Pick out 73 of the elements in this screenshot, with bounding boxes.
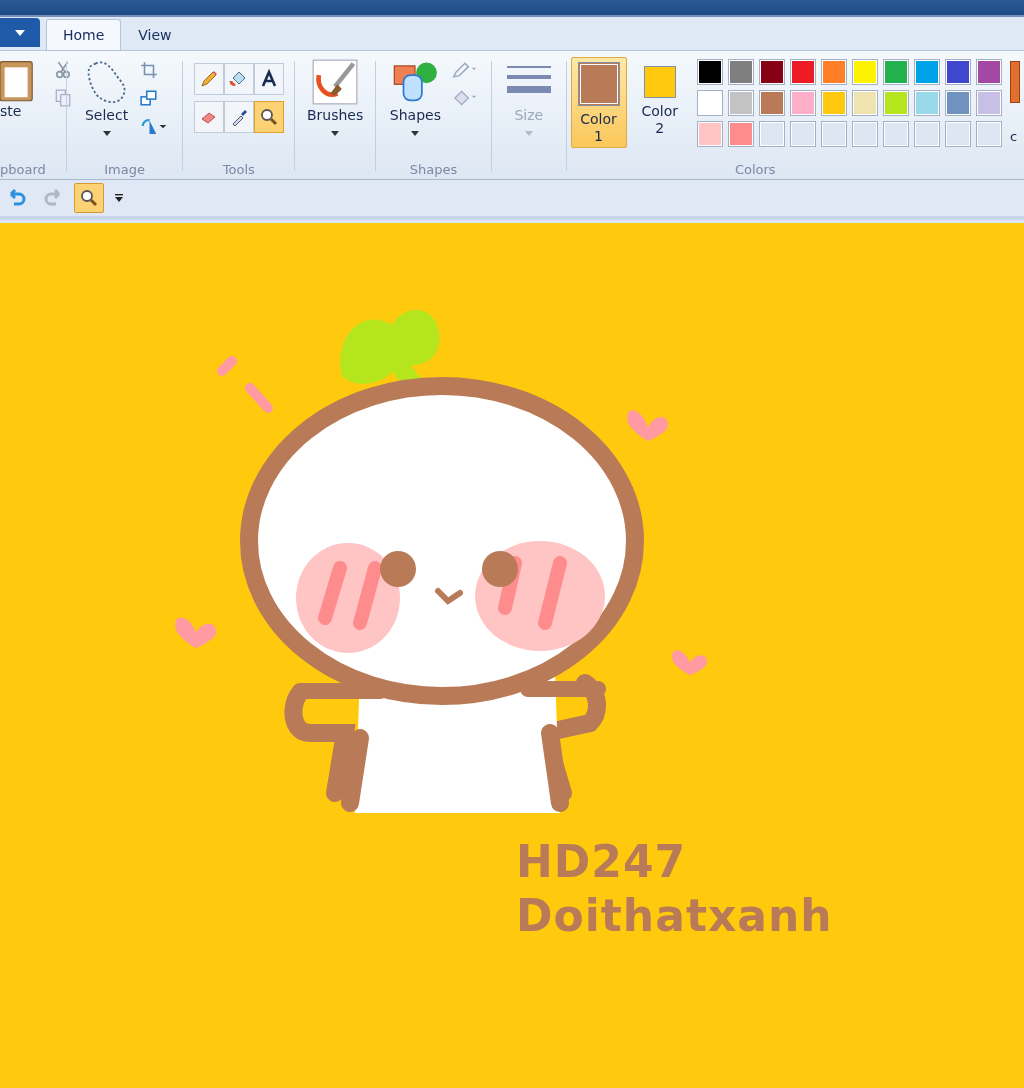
ribbon-tab[interactable]: Home	[46, 19, 122, 50]
empty-color-slot[interactable]	[976, 121, 1003, 147]
tool-button[interactable]	[253, 101, 284, 133]
palette-color[interactable]	[852, 90, 879, 116]
caret-icon	[102, 131, 111, 136]
edit-colors-label[interactable]: c	[1010, 129, 1018, 144]
empty-color-slot[interactable]	[852, 121, 879, 147]
palette-color[interactable]	[697, 59, 724, 85]
magnifier-icon	[79, 188, 99, 208]
empty-color-slot[interactable]	[759, 121, 786, 147]
copy-icon[interactable]	[54, 89, 72, 107]
palette-color[interactable]	[914, 59, 941, 85]
palette-color[interactable]	[852, 59, 879, 85]
caret-icon	[524, 131, 533, 136]
palette-color[interactable]	[790, 90, 817, 116]
palette-color[interactable]	[728, 90, 755, 116]
palette-color[interactable]	[883, 59, 910, 85]
caret-icon	[411, 131, 420, 136]
palette-color[interactable]	[759, 90, 786, 116]
palette-color[interactable]	[945, 59, 972, 85]
palette-color[interactable]	[728, 59, 755, 85]
undo-icon	[7, 188, 27, 208]
group-label: Tools	[222, 162, 255, 177]
paste-label[interactable]: ste	[0, 103, 22, 119]
pencil-icon	[198, 69, 219, 89]
palette-color[interactable]	[976, 59, 1003, 85]
handwritten-text: Doithatxanh	[516, 889, 833, 943]
zoom-button[interactable]	[74, 183, 104, 213]
empty-color-slot[interactable]	[883, 121, 910, 147]
palette-color[interactable]	[697, 90, 724, 116]
text-tool-button[interactable]	[253, 63, 284, 95]
ribbon-tab[interactable]: View	[121, 19, 189, 50]
palette-color[interactable]	[728, 121, 755, 147]
tool-button[interactable]	[223, 63, 254, 95]
select-button[interactable]: Select	[81, 57, 132, 138]
palette-color[interactable]	[945, 90, 972, 116]
empty-color-slot[interactable]	[945, 121, 972, 147]
paintbrush-icon	[312, 59, 359, 105]
palette-color[interactable]	[790, 59, 817, 85]
shapes-button[interactable]: Shapes	[387, 57, 443, 138]
fill-icon[interactable]	[451, 89, 479, 107]
group-label: Image	[104, 162, 145, 177]
palette-color[interactable]	[759, 59, 786, 85]
color-selector-button[interactable]: Color 2	[634, 57, 686, 140]
handwritten-text: HD247	[516, 835, 688, 889]
crop-icon[interactable]	[139, 61, 158, 79]
scissors-icon[interactable]	[54, 61, 72, 79]
group-label: Colors	[734, 162, 776, 177]
palette-color[interactable]	[914, 90, 941, 116]
color-selector-button[interactable]: Color 1	[570, 57, 627, 148]
group-label: Shapes	[409, 162, 458, 177]
outline-icon[interactable]	[451, 61, 479, 79]
resize-icon[interactable]	[139, 89, 158, 107]
edit-colors-icon[interactable]	[1010, 61, 1021, 103]
redo-icon	[43, 188, 63, 208]
palette-color[interactable]	[883, 90, 910, 116]
tool-button[interactable]	[223, 101, 254, 133]
rotate-icon[interactable]	[139, 117, 168, 135]
palette-color[interactable]	[821, 59, 848, 85]
caret-icon	[15, 29, 25, 36]
palette-color[interactable]	[976, 90, 1003, 116]
group-label: pboard	[0, 162, 46, 177]
empty-color-slot[interactable]	[821, 121, 848, 147]
brushes-button[interactable]: Brushes	[304, 57, 366, 138]
palette-color[interactable]	[821, 90, 848, 116]
file-menu-button[interactable]	[0, 18, 40, 47]
empty-color-slot[interactable]	[914, 121, 941, 147]
caret-icon	[331, 131, 340, 136]
palette-color[interactable]	[697, 121, 724, 147]
empty-color-slot[interactable]	[790, 121, 817, 147]
customize-caret-icon[interactable]	[114, 193, 124, 203]
magnifier-icon	[258, 107, 279, 127]
tool-button[interactable]	[193, 63, 224, 95]
